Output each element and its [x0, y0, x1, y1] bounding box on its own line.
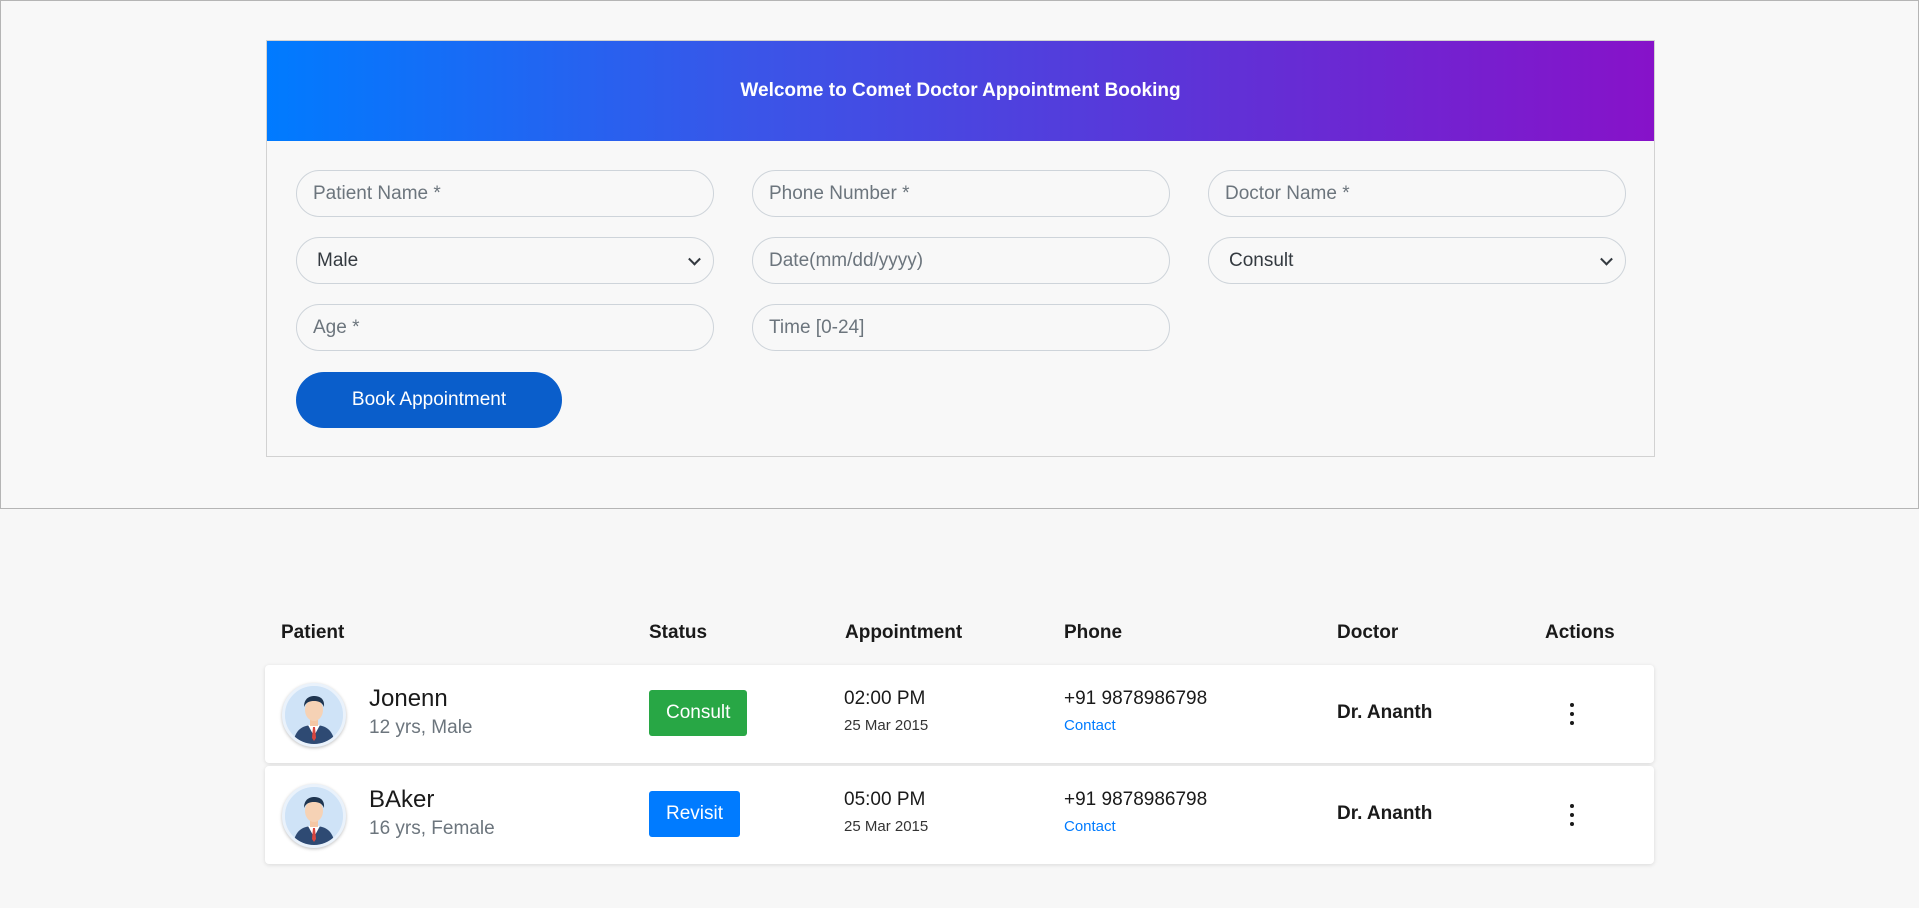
doctor-name-input[interactable]: Doctor Name *: [1208, 170, 1626, 217]
doctor-name: Dr. Ananth: [1337, 702, 1433, 723]
patient-name-placeholder: Patient Name *: [313, 182, 441, 204]
phone-number-input[interactable]: Phone Number *: [752, 170, 1170, 217]
chevron-down-icon: [688, 252, 701, 266]
doctor-name-placeholder: Doctor Name *: [1225, 182, 1350, 204]
appointment-time: 05:00 PM: [844, 789, 926, 810]
booking-card: Welcome to Comet Doctor Appointment Book…: [266, 40, 1655, 457]
appointment-date: 25 Mar 2015: [844, 818, 929, 835]
age-input[interactable]: Age *: [296, 304, 714, 351]
contact-link[interactable]: Contact: [1064, 717, 1116, 734]
doctor-avatar-icon: [282, 683, 346, 747]
status-badge: Revisit: [649, 791, 741, 837]
patient-phone: +91 9878986798: [1064, 789, 1208, 810]
contact-link[interactable]: Contact: [1064, 818, 1116, 835]
more-vertical-icon[interactable]: [1568, 703, 1576, 725]
date-input[interactable]: Date(mm/dd/yyyy): [752, 237, 1170, 284]
gender-select[interactable]: Male: [296, 237, 714, 284]
column-header-phone: Phone: [1064, 622, 1123, 643]
patient-details: 16 yrs, Female: [369, 818, 495, 839]
column-header-doctor: Doctor: [1337, 622, 1399, 643]
date-placeholder: Date(mm/dd/yyyy): [769, 249, 924, 271]
more-vertical-icon[interactable]: [1568, 804, 1576, 826]
chevron-down-icon: [1600, 252, 1613, 266]
doctor-name: Dr. Ananth: [1337, 803, 1433, 824]
status-badge: Consult: [649, 690, 748, 736]
gender-selected-value: Male: [317, 249, 359, 271]
table-row: BAker 16 yrs, Female Revisit 05:00 PM 25…: [265, 766, 1654, 864]
patient-details: 12 yrs, Male: [369, 717, 473, 738]
time-placeholder: Time [0-24]: [769, 316, 865, 338]
booking-section: Welcome to Comet Doctor Appointment Book…: [0, 0, 1919, 509]
column-header-actions: Actions: [1545, 622, 1615, 643]
booking-form: Patient Name * Phone Number * Doctor Nam…: [267, 141, 1654, 458]
card-header: Welcome to Comet Doctor Appointment Book…: [267, 41, 1654, 141]
column-header-appointment: Appointment: [845, 622, 963, 643]
page-title: Welcome to Comet Doctor Appointment Book…: [740, 80, 1181, 101]
book-appointment-button[interactable]: Book Appointment: [296, 372, 562, 428]
table-row: Jonenn 12 yrs, Male Consult 02:00 PM 25 …: [265, 665, 1654, 763]
appointment-date: 25 Mar 2015: [844, 717, 929, 734]
phone-number-placeholder: Phone Number *: [769, 182, 910, 204]
age-placeholder: Age *: [313, 316, 360, 338]
patient-name-input[interactable]: Patient Name *: [296, 170, 714, 217]
doctor-avatar-icon: [282, 784, 346, 848]
patient-name: BAker: [369, 786, 435, 813]
time-input[interactable]: Time [0-24]: [752, 304, 1170, 351]
column-header-patient: Patient: [281, 622, 345, 643]
visit-type-selected-value: Consult: [1229, 249, 1294, 271]
appointments-table-header: Patient Status Appointment Phone Doctor …: [0, 622, 1919, 646]
patient-phone: +91 9878986798: [1064, 688, 1208, 709]
appointment-time: 02:00 PM: [844, 688, 926, 709]
visit-type-select[interactable]: Consult: [1208, 237, 1626, 284]
patient-name: Jonenn: [369, 685, 448, 712]
column-header-status: Status: [649, 622, 708, 643]
